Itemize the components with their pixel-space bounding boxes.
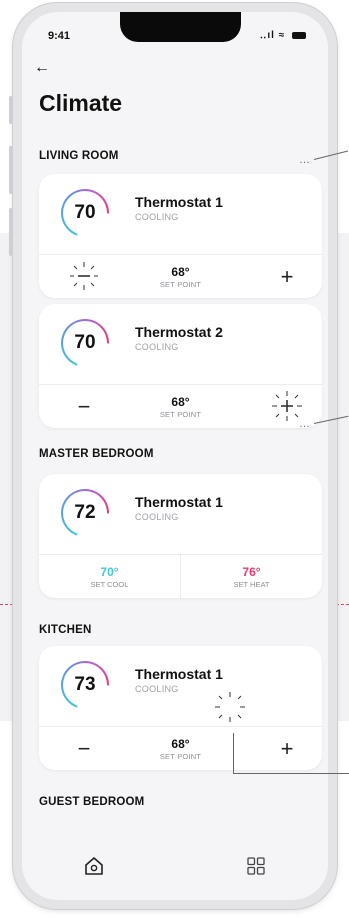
side-button-volume-up	[9, 146, 13, 194]
section-master-bedroom: MASTER BEDROOM	[39, 448, 154, 460]
wifi-icon: ≈	[278, 30, 286, 41]
page-title: Climate	[39, 90, 123, 116]
current-temp: 73	[74, 674, 96, 695]
battery-icon	[292, 31, 306, 39]
current-temp: 70	[74, 202, 96, 223]
more-dots-2: …	[299, 418, 311, 430]
card-divider	[39, 384, 322, 385]
thermostat-status: COOLING	[135, 512, 179, 522]
back-arrow-icon[interactable]: ←	[34, 60, 50, 76]
thermostat-name: Thermostat 2	[135, 324, 223, 340]
thermostat-name: Thermostat 1	[135, 666, 223, 682]
section-guest-bedroom: GUEST BEDROOM	[39, 796, 145, 808]
thermostat-card-master-1[interactable]: 72 Thermostat 1 COOLING 70° SET COOL 76°…	[39, 474, 322, 598]
temperature-ring: 73	[61, 661, 109, 709]
temperature-ring: 72	[61, 489, 109, 537]
thermostat-name: Thermostat 1	[135, 494, 223, 510]
card-divider	[39, 726, 322, 727]
more-dots-1: …	[299, 154, 311, 166]
side-button-mute	[9, 96, 13, 124]
grid-icon[interactable]	[244, 854, 268, 878]
temperature-ring: 70	[61, 189, 109, 237]
phone-screen: 9:41 ‥ıl ≈ ← Climate LIVING ROOM 70 Ther…	[22, 12, 328, 900]
status-time: 9:41	[48, 30, 71, 42]
callout-line-3-vertical	[233, 733, 234, 773]
card-divider	[39, 254, 322, 255]
home-icon[interactable]	[82, 854, 106, 878]
temperature-ring: 70	[61, 319, 109, 367]
side-button-volume-down	[9, 208, 13, 256]
set-heat-label: SET HEAT	[233, 580, 270, 589]
set-cool-value: 70°	[100, 565, 119, 579]
signal-icon: ‥ıl	[259, 30, 275, 41]
set-heat-button[interactable]: 76° SET HEAT	[181, 565, 322, 589]
section-living-room: LIVING ROOM	[39, 150, 119, 162]
thermostat-status: COOLING	[135, 684, 179, 694]
thermostat-card-living-2[interactable]: 70 Thermostat 2 COOLING − 68° SET POINT	[39, 304, 322, 428]
tap-indicator-icon	[215, 692, 245, 722]
current-temp: 72	[74, 502, 96, 523]
tab-bar	[22, 842, 328, 900]
plus-button[interactable]: +	[272, 738, 302, 760]
thermostat-card-kitchen-1[interactable]: 73 Thermostat 1 COOLING − 68° SET POINT …	[39, 646, 322, 770]
plus-button[interactable]: +	[272, 266, 302, 288]
status-icons: ‥ıl ≈	[260, 30, 306, 41]
set-heat-value: 76°	[242, 565, 261, 579]
notch	[120, 12, 241, 42]
thermostat-status: COOLING	[135, 342, 179, 352]
set-cool-label: SET COOL	[90, 580, 129, 589]
current-temp: 70	[74, 332, 96, 353]
thermostat-status: COOLING	[135, 212, 179, 222]
section-kitchen: KITCHEN	[39, 624, 92, 636]
thermostat-name: Thermostat 1	[135, 194, 223, 210]
thermostat-card-living-1[interactable]: 70 Thermostat 1 COOLING 68° SET POINT +	[39, 174, 322, 298]
callout-line-3	[233, 773, 349, 774]
set-cool-button[interactable]: 70° SET COOL	[39, 565, 180, 589]
